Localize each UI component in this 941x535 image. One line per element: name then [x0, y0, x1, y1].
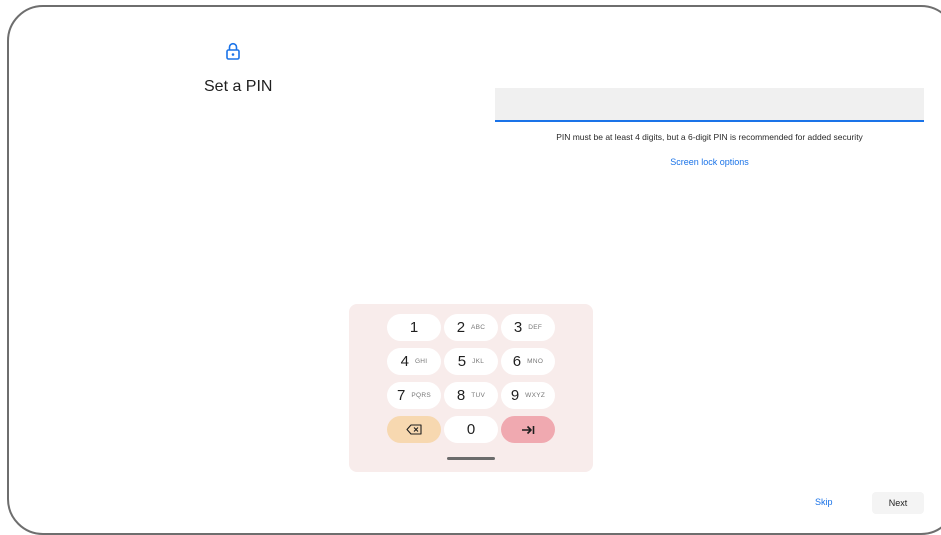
key-6[interactable]: 6 MNO — [501, 348, 555, 375]
key-1[interactable]: 1 — [387, 314, 441, 341]
backspace-icon — [406, 424, 422, 435]
lock-icon — [226, 42, 240, 60]
key-digit: 7 — [397, 387, 406, 404]
key-letters: JKL — [472, 358, 485, 365]
key-8[interactable]: 8 TUV — [444, 382, 498, 409]
key-4[interactable]: 4 GHI — [387, 348, 441, 375]
enter-key[interactable] — [501, 416, 555, 443]
key-letters: WXYZ — [525, 392, 546, 399]
key-letters: DEF — [528, 324, 543, 331]
key-7[interactable]: 7 PQRS — [387, 382, 441, 409]
tab-enter-icon — [522, 425, 535, 434]
key-digit: 3 — [513, 319, 523, 336]
numeric-keypad: 1 2 ABC 3 DEF 4 GHI 5 JKL 6 MNO 7 PQRS 8… — [349, 304, 593, 472]
key-digit: 1 — [409, 319, 419, 336]
key-3[interactable]: 3 DEF — [501, 314, 555, 341]
skip-button[interactable]: Skip — [815, 497, 833, 507]
pin-input[interactable] — [495, 88, 924, 122]
next-button[interactable]: Next — [872, 492, 924, 514]
backspace-key[interactable] — [387, 416, 441, 443]
key-letters: TUV — [471, 392, 486, 399]
key-digit: 8 — [456, 387, 466, 404]
key-digit: 9 — [510, 387, 520, 404]
pin-hint-text: PIN must be at least 4 digits, but a 6-d… — [556, 132, 863, 142]
key-0[interactable]: 0 — [444, 416, 498, 443]
key-2[interactable]: 2 ABC — [444, 314, 498, 341]
key-letters: MNO — [527, 358, 544, 365]
key-digit: 0 — [466, 421, 476, 438]
key-9[interactable]: 9 WXYZ — [501, 382, 555, 409]
keyboard-handle[interactable] — [447, 457, 495, 460]
key-letters: PQRS — [411, 392, 431, 399]
screen-lock-options-link[interactable]: Screen lock options — [495, 157, 924, 167]
key-letters: ABC — [471, 324, 486, 331]
key-digit: 6 — [512, 353, 522, 370]
page-title: Set a PIN — [204, 78, 273, 95]
key-digit: 2 — [456, 319, 466, 336]
key-digit: 5 — [457, 353, 467, 370]
key-digit: 4 — [400, 353, 409, 370]
key-letters: GHI — [414, 358, 428, 365]
key-5[interactable]: 5 JKL — [444, 348, 498, 375]
